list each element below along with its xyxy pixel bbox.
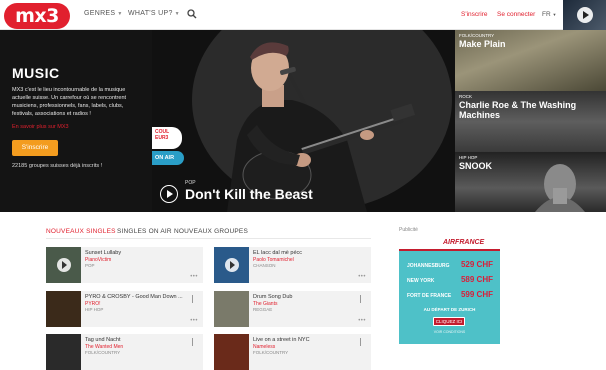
ad-price: 529 CHF — [460, 260, 493, 269]
single-title[interactable]: Live on a street in NYC — [253, 337, 365, 343]
ad-city: FORT DE FRANCE — [407, 293, 452, 299]
airfrance-logo: AIRFRANCE — [443, 239, 485, 246]
hero: MUSIC MX3 c'est le lieu incontournable d… — [0, 30, 606, 212]
language-label: FR — [542, 11, 551, 18]
single-title[interactable]: Sunset Lullaby — [85, 250, 197, 256]
single-title[interactable]: PYRO & CROSBY - Good Man Down ... — [85, 294, 197, 300]
hero-title: MUSIC — [12, 65, 60, 81]
couleur3-badge: COUL EUR3 — [152, 127, 182, 149]
side-artist: Make Plain — [459, 39, 506, 49]
nav-whats-up-label: WHAT'S UP? — [128, 10, 173, 17]
more-options-icon[interactable]: ••• — [358, 274, 366, 280]
band-count: 22185 groupes suisses déjà inscrits ! — [12, 163, 103, 169]
more-options-icon[interactable]: ••• — [190, 274, 198, 280]
single-card[interactable]: EL lacc dal mè pécc Paolo Tomamichel CHA… — [214, 247, 371, 283]
play-icon[interactable] — [577, 7, 593, 23]
nav-genres-label: GENRES — [84, 10, 116, 17]
single-genre: HIP HOP — [85, 307, 104, 312]
hero-description: MX3 c'est le lieu incontournable de la m… — [12, 87, 127, 117]
ad-cta-button[interactable]: CLIQUEZ ICI — [433, 317, 465, 326]
ad-route: FORT DE FRANCE 599 CHF — [407, 290, 493, 299]
play-icon[interactable] — [160, 185, 178, 203]
single-title[interactable]: EL lacc dal mè pécc — [253, 250, 365, 256]
ad-header: AIRFRANCE — [399, 237, 500, 249]
side-genre: ROCK — [459, 94, 473, 99]
top-nav: mx3 GENRES ▼ WHAT'S UP? ▼ S'inscrire Se co… — [0, 0, 606, 30]
single-genre: FOLK/COUNTRY — [85, 350, 121, 355]
ad-price: 599 CHF — [460, 290, 493, 299]
page: mx3 GENRES ▼ WHAT'S UP? ▼ S'inscrire Se co… — [0, 0, 606, 370]
chevron-down-icon: ▼ — [174, 11, 180, 17]
download-icon[interactable] — [192, 338, 197, 346]
side-feature-3[interactable]: HIP HOP SNOOK — [455, 152, 606, 212]
ad-price: 589 CHF — [460, 275, 493, 284]
chevron-down-icon: ▼ — [117, 11, 123, 17]
single-thumbnail[interactable] — [214, 291, 249, 327]
tab-nouveaux-groupes[interactable]: NOUVEAUX GROUPES — [174, 228, 248, 235]
download-icon[interactable] — [192, 295, 197, 303]
single-genre: FOLK/COUNTRY — [253, 350, 289, 355]
ad-route: NEW YORK 589 CHF — [407, 275, 493, 284]
mx3-logo[interactable]: mx3 — [4, 3, 70, 29]
download-icon[interactable] — [360, 338, 365, 346]
single-card[interactable]: Drum Song Dub The Giants REGGAE ••• — [214, 291, 371, 327]
single-card[interactable]: Sunset Lullaby PianoVictim POP ••• — [46, 247, 203, 283]
musician-photo — [152, 30, 455, 212]
single-thumbnail[interactable] — [46, 334, 81, 370]
single-genre: CHANSON — [253, 263, 276, 268]
more-options-icon[interactable]: ••• — [190, 318, 198, 324]
more-options-icon[interactable]: ••• — [358, 318, 366, 324]
single-genre: REGGAE — [253, 307, 273, 312]
login-link[interactable]: Se connecter — [497, 11, 535, 18]
ad-departure: AU DÉPART DE ZURICH — [423, 307, 476, 312]
download-icon[interactable] — [360, 295, 365, 303]
chevron-down-icon: ▼ — [552, 12, 557, 17]
signup-button[interactable]: S'inscrire — [12, 140, 58, 156]
divider — [46, 238, 371, 239]
player-thumbnail[interactable] — [563, 0, 606, 30]
side-feature-2[interactable]: ROCK Charlie Roe & The Washing Machines — [455, 91, 606, 152]
hero-intro: MUSIC MX3 c'est le lieu incontournable d… — [0, 30, 152, 212]
signup-link[interactable]: S'inscrire — [461, 11, 488, 18]
onair-badge: ON AIR — [152, 151, 184, 165]
side-genre: HIP HOP — [459, 155, 478, 160]
play-icon[interactable] — [225, 258, 239, 272]
ad-city: JOHANNESBURG — [407, 263, 450, 269]
ad-label: Publicité — [399, 227, 418, 233]
nav-whats-up[interactable]: WHAT'S UP? ▼ — [128, 10, 180, 17]
artist-photo — [535, 164, 585, 212]
single-thumbnail[interactable] — [214, 247, 249, 283]
featured-video[interactable]: COUL EUR3 ON AIR POP Don't Kill the Beas… — [152, 30, 455, 212]
side-genre: FOLK/COUNTRY — [459, 33, 495, 38]
featured-title[interactable]: Don't Kill the Beast — [185, 186, 313, 202]
single-thumbnail[interactable] — [46, 291, 81, 327]
ad-city: NEW YORK — [407, 278, 435, 284]
more-link[interactable]: En savoir plus sur MX3 — [12, 124, 152, 130]
single-title[interactable]: Tag und Nacht — [85, 337, 197, 343]
single-card[interactable]: Live on a street in NYC Nameless FOLK/CO… — [214, 334, 371, 370]
side-artist: Charlie Roe & The Washing Machines — [459, 100, 577, 120]
single-thumbnail[interactable] — [214, 334, 249, 370]
side-feature-1[interactable]: FOLK/COUNTRY Make Plain — [455, 30, 606, 91]
ad-route: JOHANNESBURG 529 CHF — [407, 260, 493, 269]
ad-conditions: VOIR CONDITIONS — [433, 330, 466, 334]
nav-genres[interactable]: GENRES ▼ — [84, 10, 123, 17]
tab-singles-on-air[interactable]: SINGLES ON AIR — [117, 228, 172, 235]
single-thumbnail[interactable] — [46, 247, 81, 283]
single-title[interactable]: Drum Song Dub — [253, 294, 365, 300]
advertisement[interactable]: AIRFRANCE JOHANNESBURG 529 CHF NEW YORK 58… — [399, 237, 500, 344]
ad-stripe — [399, 249, 500, 251]
language-select[interactable]: FR ▼ — [542, 11, 556, 18]
single-genre: POP — [85, 263, 95, 268]
single-card[interactable]: Tag und Nacht The Wanted Men FOLK/COUNTR… — [46, 334, 203, 370]
play-icon[interactable] — [57, 258, 71, 272]
single-card[interactable]: PYRO & CROSBY - Good Man Down ... PYRO! … — [46, 291, 203, 327]
search-icon[interactable] — [187, 9, 197, 19]
